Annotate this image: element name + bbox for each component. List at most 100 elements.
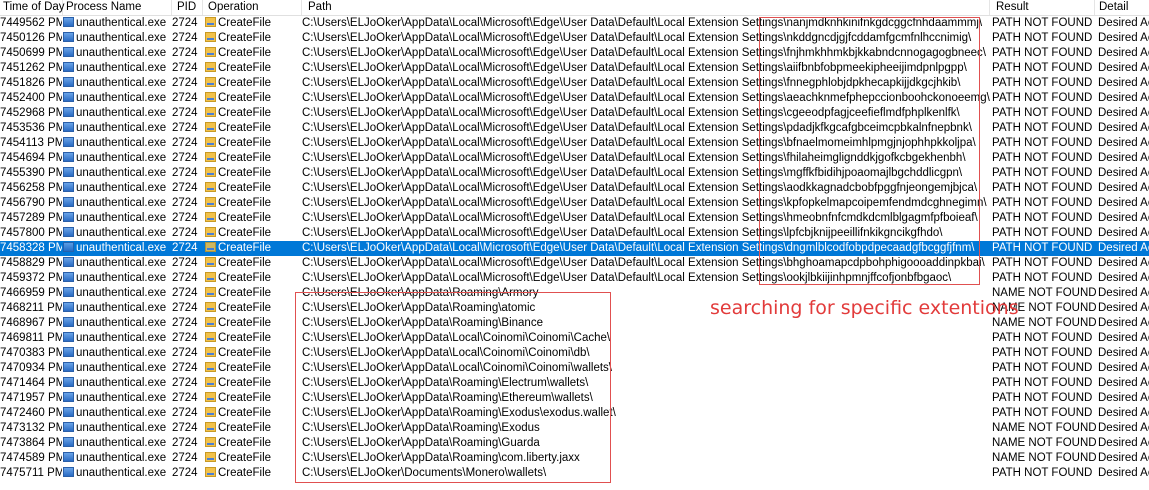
- operation-cell: CreateFile: [205, 406, 300, 421]
- column-header-pid[interactable]: PID: [172, 0, 203, 15]
- file-operation-icon: [205, 122, 216, 132]
- time-cell: 7452968 PM: [0, 107, 62, 119]
- result-cell: PATH NOT FOUND: [992, 332, 1093, 344]
- result-cell: PATH NOT FOUND: [992, 17, 1093, 29]
- pid-cell: 2724: [172, 407, 198, 419]
- time-cell: 7468211 PM: [0, 302, 62, 314]
- exe-window-icon: [63, 17, 74, 27]
- operation-cell: CreateFile: [205, 466, 300, 481]
- exe-window-icon: [63, 122, 74, 132]
- operation-cell: CreateFile: [205, 301, 300, 316]
- pid-cell: 2724: [172, 392, 198, 404]
- process-cell: unauthentical.exe: [63, 376, 171, 391]
- process-cell: unauthentical.exe: [63, 361, 171, 376]
- pid-cell: 2724: [172, 122, 198, 134]
- pid-cell: 2724: [172, 467, 198, 479]
- time-cell: 7475711 PM: [0, 467, 62, 479]
- process-cell: unauthentical.exe: [63, 61, 171, 76]
- time-cell: 7470383 PM: [0, 347, 62, 359]
- operation-cell: CreateFile: [205, 316, 300, 331]
- pid-cell: 2724: [172, 17, 198, 29]
- exe-window-icon: [63, 32, 74, 42]
- pid-cell: 2724: [172, 137, 198, 149]
- pid-cell: 2724: [172, 107, 198, 119]
- detail-cell: Desired Acc: [1098, 212, 1149, 224]
- operation-name: CreateFile: [218, 77, 272, 89]
- result-cell: PATH NOT FOUND: [992, 227, 1093, 239]
- column-header-result[interactable]: Result: [990, 0, 1095, 15]
- exe-window-icon: [63, 137, 74, 147]
- exe-window-icon: [63, 242, 74, 252]
- detail-cell: Desired Acc: [1098, 317, 1149, 329]
- result-cell: PATH NOT FOUND: [992, 467, 1093, 479]
- operation-name: CreateFile: [218, 212, 272, 224]
- detail-cell: Desired Acc: [1098, 182, 1149, 194]
- result-cell: PATH NOT FOUND: [992, 62, 1093, 74]
- time-cell: 7459372 PM: [0, 272, 62, 284]
- file-operation-icon: [205, 107, 216, 117]
- operation-name: CreateFile: [218, 227, 272, 239]
- operation-cell: CreateFile: [205, 46, 300, 61]
- operation-cell: CreateFile: [205, 16, 300, 31]
- process-cell: unauthentical.exe: [63, 106, 171, 121]
- column-header-path[interactable]: Path: [302, 0, 990, 15]
- file-operation-icon: [205, 92, 216, 102]
- pid-cell: 2724: [172, 257, 198, 269]
- process-name: unauthentical.exe: [76, 77, 167, 89]
- file-operation-icon: [205, 422, 216, 432]
- pid-cell: 2724: [172, 212, 198, 224]
- process-name: unauthentical.exe: [76, 437, 167, 449]
- exe-window-icon: [63, 407, 74, 417]
- time-cell: 7455390 PM: [0, 167, 62, 179]
- column-header-process-name[interactable]: Process Name: [63, 0, 172, 15]
- pid-cell: 2724: [172, 272, 198, 284]
- detail-cell: Desired Acc: [1098, 107, 1149, 119]
- exe-window-icon: [63, 212, 74, 222]
- pid-cell: 2724: [172, 92, 198, 104]
- file-operation-icon: [205, 137, 216, 147]
- operation-name: CreateFile: [218, 347, 272, 359]
- operation-name: CreateFile: [218, 362, 272, 374]
- operation-cell: CreateFile: [205, 121, 300, 136]
- time-cell: 7458328 PM: [0, 242, 62, 254]
- time-cell: 7457289 PM: [0, 212, 62, 224]
- result-cell: PATH NOT FOUND: [992, 77, 1093, 89]
- exe-window-icon: [63, 167, 74, 177]
- operation-name: CreateFile: [218, 332, 272, 344]
- detail-cell: Desired Acc: [1098, 77, 1149, 89]
- detail-cell: Desired Acc: [1098, 152, 1149, 164]
- file-operation-icon: [205, 197, 216, 207]
- result-cell: PATH NOT FOUND: [992, 407, 1093, 419]
- process-name: unauthentical.exe: [76, 302, 167, 314]
- operation-cell: CreateFile: [205, 196, 300, 211]
- pid-cell: 2724: [172, 62, 198, 74]
- detail-cell: Desired Acc: [1098, 137, 1149, 149]
- file-operation-icon: [205, 182, 216, 192]
- pid-cell: 2724: [172, 47, 198, 59]
- detail-cell: Desired Acc: [1098, 302, 1149, 314]
- column-header-operation[interactable]: Operation: [203, 0, 302, 15]
- detail-cell: Desired Acc: [1098, 407, 1149, 419]
- file-operation-icon: [205, 407, 216, 417]
- operation-name: CreateFile: [218, 242, 272, 254]
- detail-cell: Desired Acc: [1098, 92, 1149, 104]
- exe-window-icon: [63, 272, 74, 282]
- column-header-detail[interactable]: Detail: [1095, 0, 1149, 15]
- exe-window-icon: [63, 362, 74, 372]
- detail-cell: Desired Acc: [1098, 287, 1149, 299]
- process-cell: unauthentical.exe: [63, 121, 171, 136]
- operation-cell: CreateFile: [205, 136, 300, 151]
- process-cell: unauthentical.exe: [63, 256, 171, 271]
- column-header-time[interactable]: Time of Day: [0, 0, 65, 15]
- process-cell: unauthentical.exe: [63, 226, 171, 241]
- result-cell: PATH NOT FOUND: [992, 92, 1093, 104]
- process-cell: unauthentical.exe: [63, 196, 171, 211]
- exe-window-icon: [63, 227, 74, 237]
- process-cell: unauthentical.exe: [63, 181, 171, 196]
- process-cell: unauthentical.exe: [63, 16, 171, 31]
- process-name: unauthentical.exe: [76, 17, 167, 29]
- time-cell: 7451826 PM: [0, 77, 62, 89]
- process-name: unauthentical.exe: [76, 212, 167, 224]
- exe-window-icon: [63, 62, 74, 72]
- file-operation-icon: [205, 152, 216, 162]
